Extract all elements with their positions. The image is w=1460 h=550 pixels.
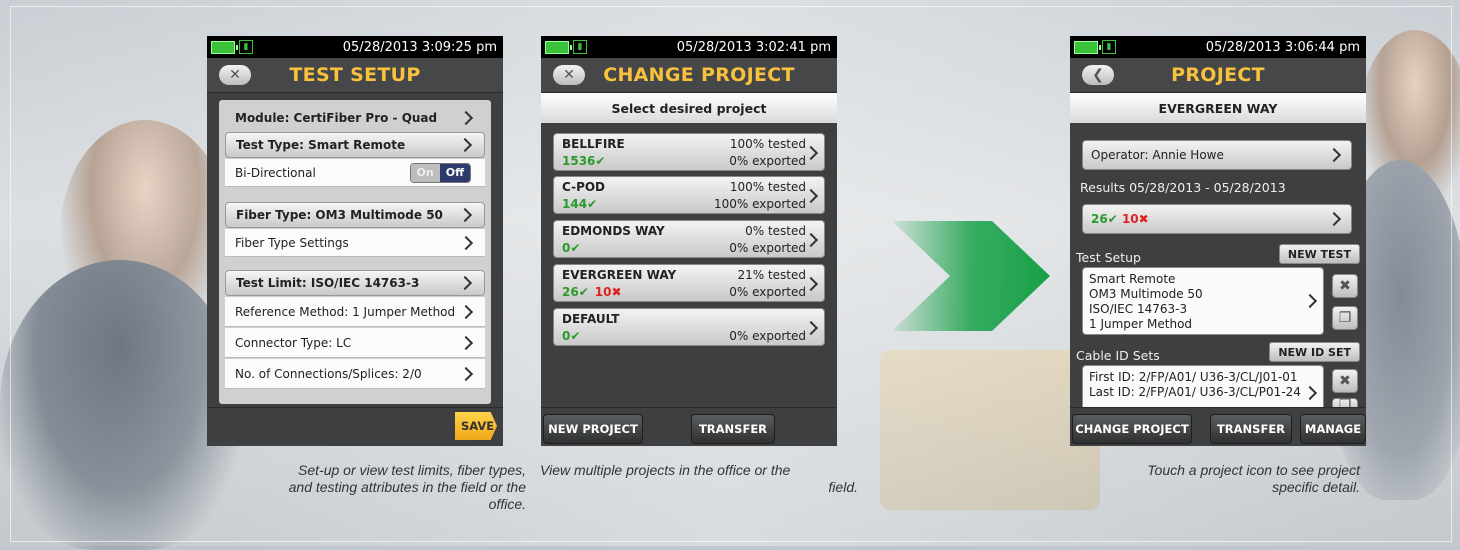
title-bar: ✕ TEST SETUP [207, 58, 503, 93]
bidirectional-row: Bi-Directional On Off [225, 159, 485, 187]
arrow-right-icon [892, 221, 1050, 331]
project-name: EVERGREEN WAY [1070, 93, 1366, 123]
test-limit-row[interactable]: Test Limit: ISO/IEC 14763-3 [225, 270, 485, 296]
chevron-right-icon [803, 188, 819, 204]
chevron-right-icon [458, 110, 474, 126]
settings-panel: Module: CertiFiber Pro - Quad Test Type:… [219, 100, 491, 404]
chevron-right-icon [1326, 211, 1342, 227]
test-setup-screen: ▮ 05/28/2013 3:09:25 pm ✕ TEST SETUP Mod… [207, 36, 503, 446]
checkmark-icon: ✔ [578, 285, 589, 299]
chevron-right-icon [1326, 147, 1342, 163]
project-screen: ▮ 05/28/2013 3:06:44 pm ❮ PROJECT EVERGR… [1070, 36, 1366, 446]
network-icon: ▮ [1102, 40, 1116, 54]
checkmark-icon: ✔ [570, 241, 581, 255]
transfer-button[interactable]: TRANSFER [1210, 414, 1292, 444]
close-icon: ✕ [563, 67, 575, 83]
change-project-screen: ▮ 05/28/2013 3:02:41 pm ✕ CHANGE PROJECT… [541, 36, 837, 446]
chevron-right-icon [458, 366, 474, 381]
reference-method-row[interactable]: Reference Method: 1 Jumper Method [225, 297, 485, 327]
chevron-right-icon [457, 207, 473, 223]
test-setup-block[interactable]: Smart Remote OM3 Multimode 50 ISO/IEC 14… [1082, 267, 1324, 335]
status-time: 05/28/2013 3:06:44 pm [1205, 39, 1360, 55]
status-time: 05/28/2013 3:09:25 pm [342, 39, 497, 55]
checkmark-icon: ✔ [595, 154, 606, 168]
delete-setup-button[interactable]: ✖ [1332, 274, 1358, 298]
connector-type-row[interactable]: Connector Type: LC [225, 328, 485, 358]
back-button[interactable]: ✕ [553, 65, 585, 85]
chevron-right-icon [803, 276, 819, 292]
chevron-right-icon [803, 320, 819, 336]
subheading: Select desired project [541, 93, 837, 123]
chevron-right-icon [803, 232, 819, 248]
cable-id-sets-label: Cable ID Sets [1076, 348, 1160, 363]
fiber-type-row[interactable]: Fiber Type: OM3 Multimode 50 [225, 202, 485, 228]
project-item-edmonds-way[interactable]: EDMONDS WAY 0✔ 0% tested 0% exported [553, 220, 825, 258]
project-item-evergreen-way[interactable]: EVERGREEN WAY 26✔ 10✖ 21% tested 0% expor… [553, 264, 825, 302]
fiber-type-settings-row[interactable]: Fiber Type Settings [225, 229, 485, 257]
project-item-default[interactable]: DEFAULT 0✔ 0% exported [553, 308, 825, 346]
title-bar: ✕ CHANGE PROJECT [541, 58, 837, 93]
results-row[interactable]: 26✔ 10✖ [1082, 204, 1352, 234]
chevron-right-icon [803, 145, 819, 161]
battery-icon [545, 40, 572, 54]
network-icon: ▮ [573, 40, 587, 54]
back-button[interactable]: ✕ [219, 65, 251, 85]
battery-icon [211, 40, 238, 54]
checkmark-icon: ✔ [570, 329, 581, 343]
project-item-bellfire[interactable]: BELLFIRE 1536✔ 100% tested 0% exported [553, 133, 825, 171]
new-test-button[interactable]: NEW TEST [1278, 244, 1360, 264]
module-row[interactable]: Module: CertiFiber Pro - Quad [225, 106, 485, 130]
chevron-left-icon: ❮ [1092, 67, 1104, 83]
new-project-button[interactable]: NEW PROJECT [543, 414, 643, 444]
bottom-bar: SAVE [207, 407, 503, 446]
project-item-c-pod[interactable]: C-POD 144✔ 100% tested 100% exported [553, 176, 825, 214]
close-icon: ✖ [1339, 373, 1351, 389]
bidirectional-toggle[interactable]: On Off [409, 162, 471, 183]
page-title: CHANGE PROJECT [603, 64, 795, 86]
page-title: TEST SETUP [289, 64, 421, 86]
chevron-right-icon [457, 275, 473, 291]
results-range: Results 05/28/2013 - 05/28/2013 [1080, 180, 1286, 195]
checkmark-icon: ✔ [587, 197, 598, 211]
network-icon: ▮ [239, 40, 253, 54]
delete-id-set-button[interactable]: ✖ [1332, 369, 1358, 393]
connections-row[interactable]: No. of Connections/Splices: 2/0 [225, 359, 485, 389]
transfer-button[interactable]: TRANSFER [691, 414, 775, 444]
test-setup-label: Test Setup [1076, 250, 1141, 265]
manage-button[interactable]: MANAGE [1300, 414, 1366, 444]
battery-icon [1074, 40, 1101, 54]
page-title: PROJECT [1171, 64, 1265, 86]
caption-test-setup: Set-up or view test limits, fiber types,… [288, 462, 526, 512]
save-button[interactable]: SAVE [455, 412, 497, 440]
fail-x-icon: ✖ [1138, 212, 1149, 226]
copy-setup-button[interactable]: ❐ [1332, 306, 1358, 330]
caption-project: Touch a project icon to see project spec… [1147, 462, 1360, 495]
bottom-bar: NEW PROJECT TRANSFER [541, 407, 837, 446]
fail-x-icon: ✖ [611, 285, 622, 299]
checkmark-icon: ✔ [1107, 212, 1118, 226]
cable-id-block[interactable]: First ID: 2/FP/A01/ U36-3/CL/J01-01 Last… [1082, 365, 1324, 413]
operator-row[interactable]: Operator: Annie Howe [1082, 140, 1352, 170]
title-bar: ❮ PROJECT [1070, 58, 1366, 93]
change-project-button[interactable]: CHANGE PROJECT [1072, 414, 1192, 444]
back-button[interactable]: ❮ [1082, 65, 1114, 85]
close-icon: ✕ [229, 67, 241, 83]
chevron-right-icon [458, 335, 474, 350]
status-time: 05/28/2013 3:02:41 pm [676, 39, 831, 55]
test-type-row[interactable]: Test Type: Smart Remote [225, 132, 485, 158]
chevron-right-icon [457, 137, 473, 153]
copy-icon: ❐ [1338, 310, 1352, 326]
chevron-right-icon [458, 304, 474, 319]
caption-change-project: View multiple projects in the office or … [540, 462, 858, 495]
status-bar: ▮ 05/28/2013 3:06:44 pm [1070, 36, 1366, 58]
status-bar: ▮ 05/28/2013 3:02:41 pm [541, 36, 837, 58]
close-icon: ✖ [1339, 278, 1351, 294]
new-id-set-button[interactable]: NEW ID SET [1269, 342, 1360, 362]
bottom-bar: CHANGE PROJECT TRANSFER MANAGE [1070, 407, 1366, 446]
status-bar: ▮ 05/28/2013 3:09:25 pm [207, 36, 503, 58]
chevron-right-icon [458, 235, 474, 250]
